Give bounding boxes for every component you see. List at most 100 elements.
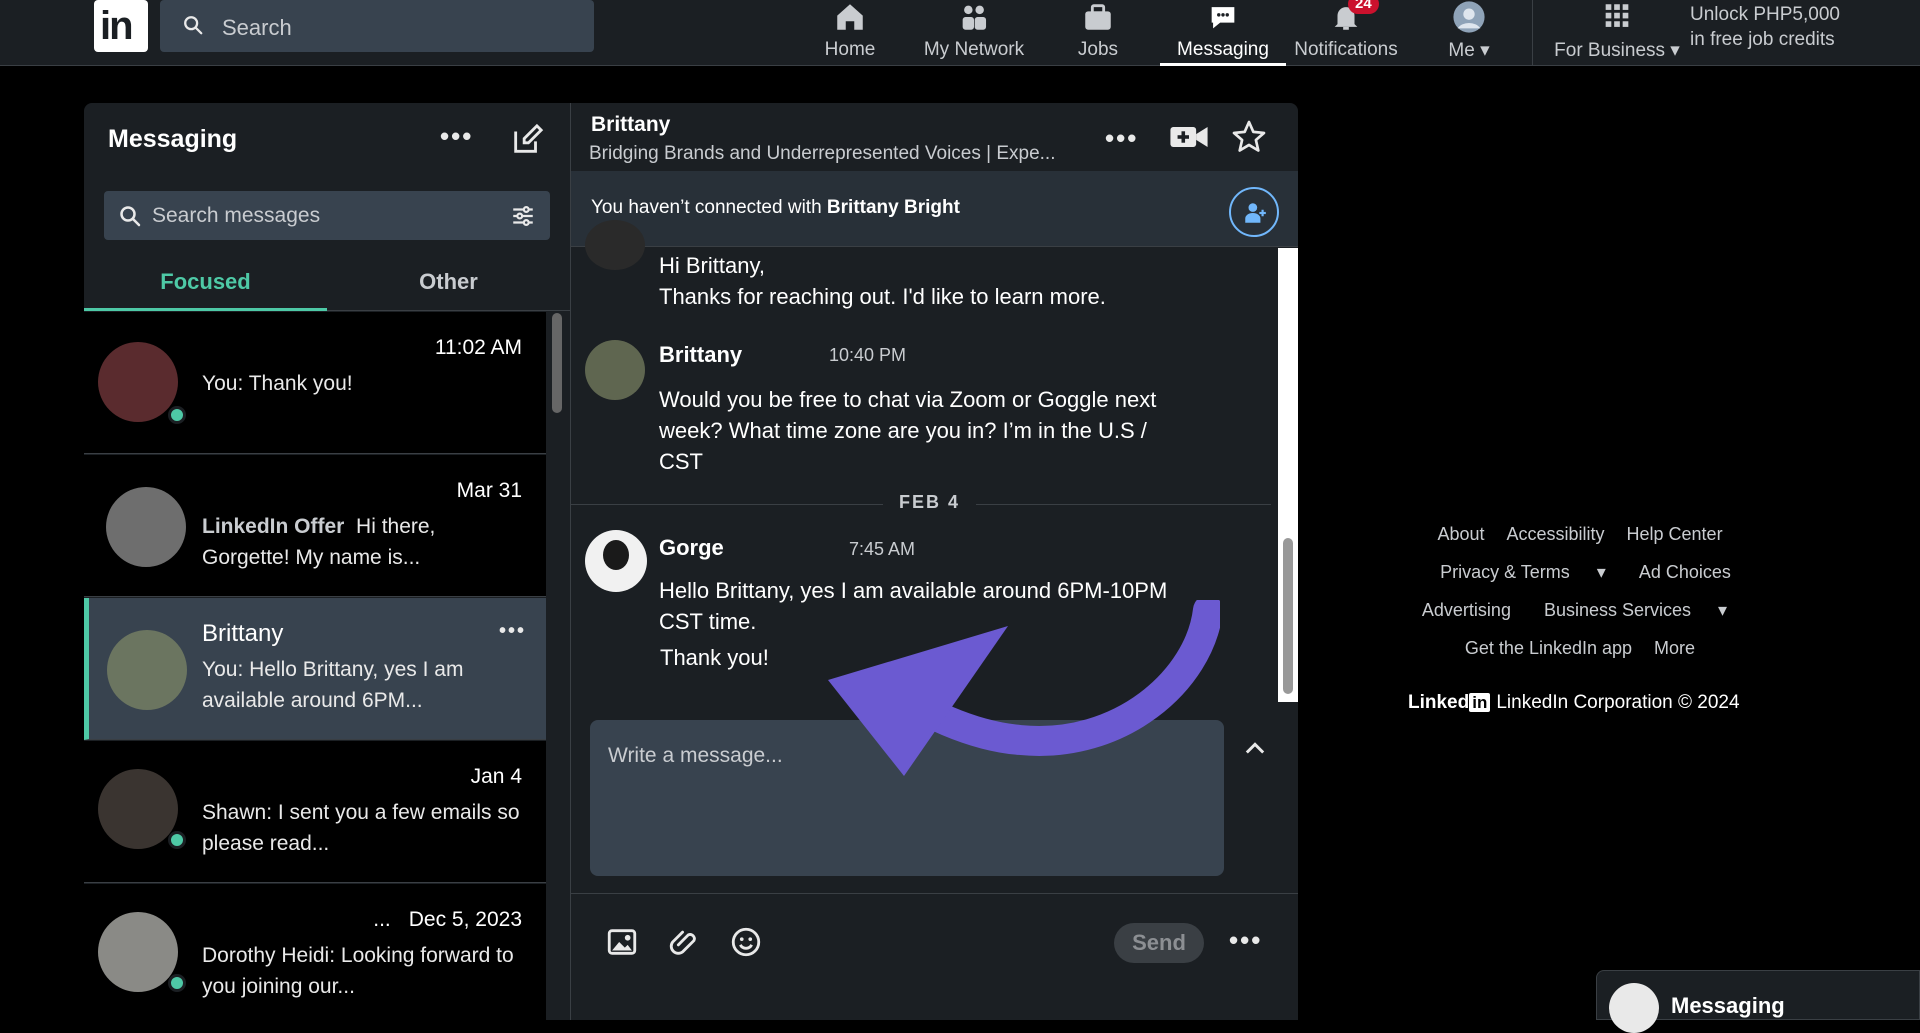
avatar (1609, 983, 1659, 1033)
online-status-icon (168, 831, 186, 849)
conversation-item[interactable]: Jan 4 Shawn: I sent you a few emails so … (84, 741, 546, 883)
add-person-icon (1245, 203, 1266, 223)
search-icon (184, 16, 203, 35)
avatar (107, 630, 187, 710)
home-icon (837, 4, 863, 30)
avatar (106, 487, 186, 567)
footer-link-ad-choices[interactable]: Ad Choices (1639, 562, 1731, 582)
inbox-tabs: Focused Other (84, 253, 570, 311)
footer-links-row: Privacy & Terms ▾ Ad Choices (1380, 562, 1780, 583)
footer-links-row: Advertising Business Services ▾ (1380, 600, 1780, 621)
message-line: Thanks for reaching out. I'd like to lea… (659, 284, 1106, 309)
messaging-overlay-bar[interactable]: Messaging (1596, 970, 1920, 1033)
filter-icon[interactable] (510, 203, 536, 229)
nav-messaging[interactable]: Messaging (1160, 0, 1286, 66)
nav-jobs[interactable]: Jobs (1070, 0, 1126, 66)
message-sender[interactable]: Brittany (659, 342, 742, 368)
emoji-icon[interactable] (729, 925, 763, 959)
avatar (98, 912, 178, 992)
attachment-icon[interactable] (667, 925, 701, 959)
chat-icon (1211, 7, 1235, 29)
compose-icon[interactable] (510, 123, 544, 157)
avatar (98, 342, 178, 422)
expand-chevron-up-icon[interactable] (1241, 735, 1269, 763)
thread-contact-name[interactable]: Brittany (591, 113, 670, 137)
message-sender[interactable]: Gorge (659, 535, 724, 561)
footer-link-help-center[interactable]: Help Center (1627, 524, 1723, 544)
conversation-item[interactable]: 11:02 AM You: Thank you! (84, 312, 546, 454)
thread-contact-headline: Bridging Brands and Underrepresented Voi… (589, 143, 1056, 164)
video-call-icon[interactable] (1169, 119, 1209, 155)
premium-promo-link[interactable]: Unlock PHP5,000 in free job credits (1690, 2, 1840, 52)
footer-link-privacy-terms[interactable]: Privacy & Terms ▾ (1429, 562, 1617, 582)
online-status-icon (168, 406, 186, 424)
thread-options-icon[interactable]: ••• (1105, 123, 1138, 154)
tab-focused[interactable]: Focused (84, 253, 327, 311)
nav-for-business[interactable]: For Business ▾ (1550, 0, 1684, 66)
online-status-icon (168, 974, 186, 992)
top-navigation: in Search Home My Network Jobs Messaging… (0, 0, 1920, 66)
footer-link-advertising[interactable]: Advertising (1422, 600, 1511, 620)
message-line: Would you be free to chat via Zoom or Go… (659, 387, 1157, 412)
profile-avatar-icon (1453, 1, 1485, 33)
sponsored-label: LinkedIn Offer (202, 515, 345, 538)
star-icon[interactable] (1231, 119, 1267, 155)
connect-button[interactable] (1229, 187, 1279, 237)
avatar (585, 340, 645, 400)
conversation-list-scrollbar[interactable] (552, 313, 562, 413)
message-line: Thank you! (660, 645, 769, 670)
message-line: Hi Brittany, (659, 253, 765, 278)
send-button[interactable]: Send (1114, 923, 1204, 963)
search-messages-input[interactable]: Search messages (104, 191, 550, 240)
thread-scrollbar[interactable] (1278, 248, 1298, 702)
footer-link-more[interactable]: More (1654, 638, 1695, 658)
nav-home[interactable]: Home (812, 0, 888, 66)
notifications-badge: 24 (1348, 0, 1379, 14)
scrollbar-thumb[interactable] (1283, 538, 1293, 694)
search-placeholder: Search (222, 15, 292, 40)
message-line: week? What time zone are you in? I’m in … (659, 418, 1147, 443)
connection-notice: You haven’t connected with Brittany Brig… (571, 171, 1298, 247)
nav-notifications[interactable]: 24 Notifications (1288, 0, 1404, 66)
conversation-list-panel: Messaging ••• Search messages Focused Ot… (84, 103, 570, 1020)
footer-links-row: Get the LinkedIn app More (1380, 638, 1780, 659)
nav-my-network[interactable]: My Network (914, 0, 1034, 66)
toolbar-divider (571, 893, 1298, 894)
conversation-options-icon[interactable]: ••• (499, 620, 526, 643)
avatar (98, 769, 178, 849)
search-icon (120, 206, 141, 227)
tab-other[interactable]: Other (327, 253, 570, 311)
copyright: Linked in LinkedIn Corporation © 2024 (1408, 692, 1740, 713)
caret-down-icon: ▾ (1480, 40, 1490, 61)
grid-apps-icon (1605, 4, 1629, 27)
message-line: CST (659, 449, 703, 474)
image-icon[interactable] (605, 925, 639, 959)
caret-down-icon: ▾ (1718, 600, 1728, 620)
message-time: 7:45 AM (849, 539, 916, 559)
linkedin-logo[interactable]: in (94, 0, 148, 52)
caret-down-icon: ▾ (1596, 562, 1606, 582)
nav-me[interactable]: Me ▾ (1436, 0, 1502, 66)
conversation-item[interactable]: ... Dec 5, 2023 Dorothy Heidi: Looking fo… (84, 884, 546, 1020)
avatar (585, 530, 647, 592)
linkedin-mini-logo: in (1469, 693, 1491, 712)
conversation-item[interactable]: Mar 31 LinkedIn Offer Hi there, Gorgette… (84, 455, 546, 597)
messaging-title: Messaging (108, 125, 238, 153)
nav-divider (1532, 0, 1533, 66)
global-search-input[interactable]: Search (160, 0, 594, 52)
briefcase-icon (1085, 4, 1111, 30)
conversation-item-selected[interactable]: Brittany ••• You: Hello Brittany, yes I … (84, 598, 546, 740)
avatar (585, 220, 645, 270)
conversation-name: Brittany (202, 620, 284, 647)
footer-link-about[interactable]: About (1437, 524, 1484, 544)
footer-link-get-app[interactable]: Get the LinkedIn app (1465, 638, 1632, 658)
footer-link-accessibility[interactable]: Accessibility (1506, 524, 1604, 544)
compose-options-icon[interactable]: ••• (1229, 925, 1262, 956)
message-line: CST time. (659, 609, 757, 634)
footer-link-business-services[interactable]: Business Services ▾ (1533, 600, 1738, 620)
day-separator-label: FEB 4 (883, 492, 977, 513)
footer-links-row: About Accessibility Help Center (1380, 524, 1780, 545)
more-options-icon[interactable]: ••• (440, 121, 473, 152)
people-icon (962, 5, 987, 30)
message-time: 10:40 PM (829, 345, 907, 365)
